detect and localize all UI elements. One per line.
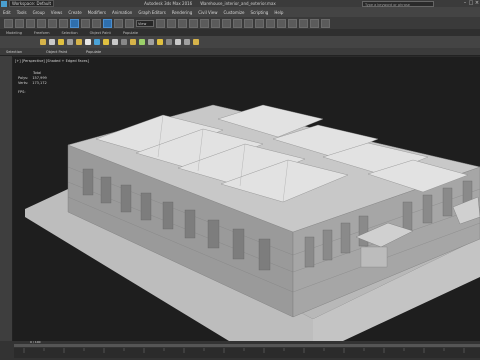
redo-icon[interactable] (15, 18, 24, 28)
menu-graph-editors[interactable]: Graph Editors (135, 10, 168, 15)
menu-modifiers[interactable]: Modifiers (85, 10, 109, 15)
viewport-perspective[interactable]: [+] [Perspective] [Shaded + Edged Faces]… (13, 57, 480, 341)
menu-animation[interactable]: Animation (109, 10, 135, 15)
ribbon-tool-icon[interactable] (76, 39, 82, 45)
ribbon-label-populate: Populate (86, 49, 102, 54)
stats-polys-label: Polys: (18, 76, 29, 80)
ribbon-tool-icon[interactable] (166, 39, 172, 45)
ribbon-tool-icon[interactable] (67, 39, 73, 45)
stats-verts-label: Verts: (18, 81, 29, 85)
ribbon-group-labels: Selection Object Paint Populate (0, 48, 480, 56)
unlink-icon[interactable] (37, 18, 46, 28)
move-icon[interactable] (103, 18, 112, 28)
workspace-dropdown[interactable]: Workspace: Default (9, 0, 55, 7)
menu-scripting[interactable]: Scripting (248, 10, 272, 15)
app-name: Autodesk 3ds Max 2016 (144, 1, 193, 6)
stats-verts-row: Verts: 173,172 (18, 81, 47, 86)
select-icon[interactable] (70, 18, 79, 28)
menu-tools[interactable]: Tools (14, 10, 30, 15)
scale-icon[interactable] (125, 18, 134, 28)
layer-icon[interactable] (244, 18, 253, 28)
tab-freeform[interactable]: Freeform (28, 31, 56, 35)
menu-customize[interactable]: Customize (221, 10, 248, 15)
align-icon[interactable] (233, 18, 242, 28)
ribbon-tool-icon[interactable] (121, 39, 127, 45)
ribbon-tool-icon[interactable] (103, 39, 109, 45)
menu-bar: Edit Tools Group Views Create Modifiers … (0, 7, 480, 17)
viewport-statistics: Total Polys: 157,999 Verts: 173,172 FPS: (18, 71, 47, 95)
tab-object-paint[interactable]: Object Paint (84, 31, 117, 35)
file-name: Warehouse_interior_and_exterior.max (200, 1, 276, 6)
menu-civil-view[interactable]: Civil View (195, 10, 220, 15)
ribbon-tool-icon[interactable] (58, 39, 64, 45)
main-toolbar: View (0, 17, 480, 29)
ribbon-tool-icon[interactable] (94, 39, 100, 45)
frame-counter: 0 / 100 (30, 340, 41, 344)
menu-edit[interactable]: Edit (0, 10, 14, 15)
ribbon-label-selection: Selection (6, 49, 23, 54)
menu-rendering[interactable]: Rendering (169, 10, 195, 15)
ribbon-tool-icon[interactable] (175, 39, 181, 45)
mirror-icon[interactable] (222, 18, 231, 28)
ribbon-tool-icon[interactable] (49, 39, 55, 45)
viewport-label[interactable]: [+] [Perspective] [Shaded + Edged Faces] (15, 59, 89, 63)
search-input[interactable]: Type a keyword or phrase (362, 0, 434, 7)
render-frame-icon[interactable] (310, 18, 319, 28)
menu-create[interactable]: Create (65, 10, 84, 15)
ribbon-tool-icon[interactable] (184, 39, 190, 45)
ribbon-tool-icon[interactable] (85, 39, 91, 45)
tab-modeling[interactable]: Modeling (0, 31, 28, 35)
tab-populate[interactable]: Populate (117, 31, 144, 35)
ribbon-tool-icon[interactable] (193, 39, 199, 45)
stats-verts-value: 173,172 (32, 81, 47, 85)
rect-region-icon[interactable] (92, 18, 101, 28)
stats-polys-value: 157,999 (32, 76, 47, 80)
timeline-ruler[interactable] (14, 348, 480, 358)
bind-icon[interactable] (48, 18, 57, 28)
tab-selection[interactable]: Selection (56, 31, 84, 35)
ribbon-tool-icon[interactable] (130, 39, 136, 45)
undo-icon[interactable] (4, 18, 13, 28)
filter-icon[interactable] (59, 18, 68, 28)
reference-coord-dropdown[interactable]: View (136, 19, 154, 27)
close-icon[interactable]: × (474, 1, 480, 6)
ribbon-tabs: Modeling Freeform Selection Object Paint… (0, 29, 480, 36)
title-bar: Workspace: Default Autodesk 3ds Max 2016… (0, 0, 480, 7)
stats-fps-label: FPS: (18, 90, 26, 94)
snap-icon[interactable] (167, 18, 176, 28)
select-by-name-icon[interactable] (81, 18, 90, 28)
ribbon-tool-icon[interactable] (112, 39, 118, 45)
spinner-snap-icon[interactable] (200, 18, 209, 28)
named-selection-icon[interactable] (211, 18, 220, 28)
left-panel[interactable] (0, 56, 13, 343)
menu-help[interactable]: Help (271, 10, 286, 15)
app-icon[interactable] (1, 0, 7, 7)
curve-editor-icon[interactable] (266, 18, 275, 28)
render-setup-icon[interactable] (299, 18, 308, 28)
ribbon-tool-icon[interactable] (157, 39, 163, 45)
ribbon-tool-icon[interactable] (139, 39, 145, 45)
link-icon[interactable] (26, 18, 35, 28)
menu-group[interactable]: Group (30, 10, 48, 15)
render-icon[interactable] (321, 18, 330, 28)
ribbon-tool-icon[interactable] (148, 39, 154, 45)
material-editor-icon[interactable] (288, 18, 297, 28)
time-slider[interactable] (14, 344, 480, 347)
schematic-icon[interactable] (277, 18, 286, 28)
angle-snap-icon[interactable] (178, 18, 187, 28)
ribbon-tool-icon[interactable] (40, 39, 46, 45)
pivot-icon[interactable] (156, 18, 165, 28)
percent-snap-icon[interactable] (189, 18, 198, 28)
rotate-icon[interactable] (114, 18, 123, 28)
scene-render[interactable] (13, 57, 480, 341)
ribbon-tools (0, 36, 480, 48)
graphite-icon[interactable] (255, 18, 264, 28)
ribbon-label-object-paint: Object Paint (46, 49, 68, 54)
menu-views[interactable]: Views (48, 10, 66, 15)
timeline-ticks (23, 348, 465, 353)
